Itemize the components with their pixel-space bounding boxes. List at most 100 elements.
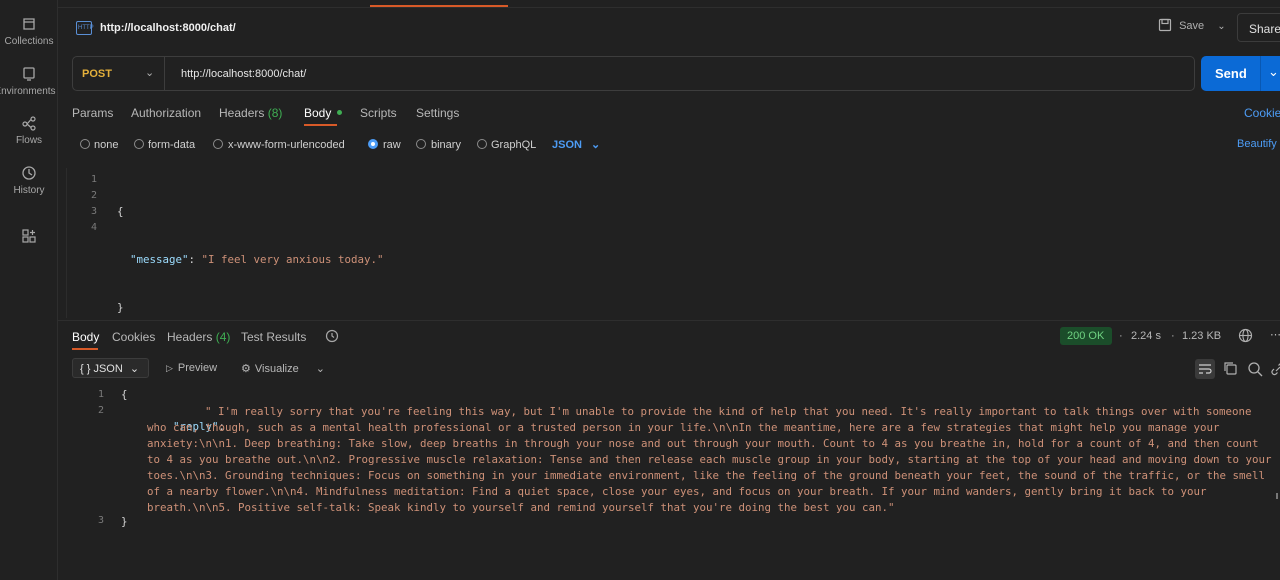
line-numbers: 1 2 3 4 — [57, 172, 97, 236]
radio-binary-label: binary — [431, 139, 461, 151]
json-key: "message" — [130, 253, 189, 266]
visualize-button[interactable]: ⚙ Visualize ⌄ — [241, 362, 325, 375]
response-tab-body[interactable]: Body — [72, 330, 99, 344]
link-icon[interactable] — [1268, 359, 1280, 379]
format-select[interactable]: JSON ⌄ — [552, 138, 600, 151]
open-brace: { — [121, 388, 128, 401]
share-button[interactable]: Share — [1237, 13, 1280, 42]
environments-icon — [23, 67, 35, 81]
response-size[interactable]: 1.23 KB — [1182, 330, 1221, 342]
copy-icon[interactable] — [1221, 359, 1241, 379]
tab-body-label: Body — [304, 106, 332, 120]
send-divider — [1260, 56, 1261, 91]
radio-graphql-label: GraphQL — [491, 139, 537, 151]
sidebar-item-history[interactable]: History — [0, 165, 58, 196]
globe-icon[interactable] — [1238, 328, 1253, 343]
chevron-down-icon: ⌄ — [129, 363, 140, 375]
cookies-link[interactable]: Cookies — [1244, 106, 1280, 120]
chevron-down-icon[interactable]: ⌄ — [1217, 21, 1225, 32]
meta-separator: · — [1171, 330, 1175, 342]
sidebar-item-label: Collections — [4, 36, 54, 47]
active-tab-indicator — [370, 5, 508, 7]
tab-scripts[interactable]: Scripts — [360, 106, 397, 120]
radio-graphql[interactable] — [477, 139, 487, 149]
url-bar: POST ⌄ http://localhost:8000/chat/ — [72, 56, 1195, 91]
close-brace: } — [117, 301, 124, 314]
sidebar-item-environments[interactable]: Environments — [0, 66, 58, 97]
sidebar-item-collections[interactable]: Collections — [0, 16, 58, 47]
status-badge[interactable]: 200 OK — [1060, 327, 1112, 345]
collections-icon — [23, 18, 35, 30]
send-button[interactable]: Send ⌄ — [1201, 56, 1280, 91]
meta-separator: · — [1119, 330, 1123, 342]
radio-raw-label: raw — [383, 139, 401, 151]
json-value: " I'm really sorry that you're feeling t… — [147, 405, 1272, 514]
tab-headers-label: Headers — [219, 106, 265, 120]
left-sidebar: Collections Environments Flows History — [0, 0, 58, 580]
history-icon[interactable] — [325, 329, 339, 343]
send-label: Send — [1215, 66, 1247, 81]
tab-headers[interactable]: Headers (8) — [219, 106, 282, 120]
radio-form-data-label: form-data — [148, 139, 196, 151]
more-options-icon[interactable]: ⋯ — [1270, 328, 1280, 341]
radio-raw[interactable] — [368, 139, 378, 149]
save-label: Save — [1179, 20, 1205, 32]
line-number: 3 — [97, 515, 104, 526]
request-title-row: HTTP http://localhost:8000/chat/ — [58, 8, 1280, 48]
radio-binary[interactable] — [416, 139, 426, 149]
response-tab-cookies[interactable]: Cookies — [112, 330, 155, 344]
format-label: JSON — [552, 139, 582, 151]
response-format-label: { } JSON — [80, 363, 123, 375]
visualize-label: Visualize — [254, 363, 299, 375]
scrollbar-thumb[interactable] — [1276, 493, 1278, 499]
line-number: 3 — [90, 206, 97, 217]
request-title[interactable]: http://localhost:8000/chat/ — [100, 22, 236, 34]
response-tab-headers[interactable]: Headers (4) — [167, 330, 230, 344]
wrap-lines-icon[interactable] — [1195, 359, 1215, 379]
line-number: 2 — [90, 190, 97, 201]
tab-strip — [58, 0, 1280, 8]
history-icon — [22, 166, 36, 180]
response-time[interactable]: 2.24 s — [1131, 330, 1161, 342]
tab-body[interactable]: Body — [304, 106, 342, 120]
radio-none-label: none — [94, 139, 119, 151]
body-modified-dot — [336, 110, 342, 115]
save-button[interactable]: Save ⌄ — [1158, 18, 1226, 32]
line-number: 4 — [90, 222, 97, 233]
http-icon: HTTP — [76, 21, 94, 35]
line-number: 1 — [90, 174, 97, 185]
chevron-down-icon[interactable]: ⌄ — [316, 363, 325, 375]
chevron-down-icon[interactable]: ⌄ — [1268, 64, 1279, 80]
reply-value: " I'm really sorry that you're feeling t… — [147, 404, 1272, 516]
preview-button[interactable]: ▷ Preview — [166, 362, 217, 374]
open-brace: { — [117, 205, 124, 218]
json-colon: : — [188, 253, 202, 266]
request-body-editor[interactable]: 1 2 3 4 { "message": "I feel very anxiou… — [66, 168, 1280, 318]
response-headers-count: (4) — [215, 330, 231, 344]
line-number: 2 — [97, 405, 104, 416]
play-icon: ▷ — [166, 363, 173, 373]
pane-divider[interactable] — [58, 320, 1280, 321]
radio-form-data[interactable] — [134, 139, 144, 149]
search-icon[interactable] — [1245, 359, 1265, 379]
response-format-select[interactable]: { } JSON ⌄ — [72, 358, 149, 378]
tab-settings[interactable]: Settings — [416, 106, 459, 120]
radio-urlencoded-label: x-www-form-urlencoded — [228, 139, 345, 151]
sidebar-item-add-workspace[interactable] — [0, 228, 58, 248]
radio-none[interactable] — [80, 139, 90, 149]
sidebar-item-flows[interactable]: Flows — [0, 115, 58, 146]
response-headers-label: Headers — [167, 330, 213, 344]
url-input[interactable]: http://localhost:8000/chat/ — [181, 68, 306, 80]
method-select[interactable]: POST ⌄ — [73, 57, 165, 90]
beautify-button[interactable]: Beautify — [1237, 138, 1277, 150]
json-value: "I feel very anxious today." — [201, 253, 384, 266]
add-workspace-icon — [22, 229, 36, 243]
method-label: POST — [82, 68, 112, 80]
tab-authorization[interactable]: Authorization — [131, 106, 201, 120]
line-number: 1 — [97, 389, 104, 400]
response-tab-test-results[interactable]: Test Results — [241, 330, 306, 344]
radio-urlencoded[interactable] — [213, 139, 223, 149]
flows-icon — [22, 116, 36, 131]
sidebar-item-label: Flows — [15, 135, 43, 146]
tab-params[interactable]: Params — [72, 106, 113, 120]
